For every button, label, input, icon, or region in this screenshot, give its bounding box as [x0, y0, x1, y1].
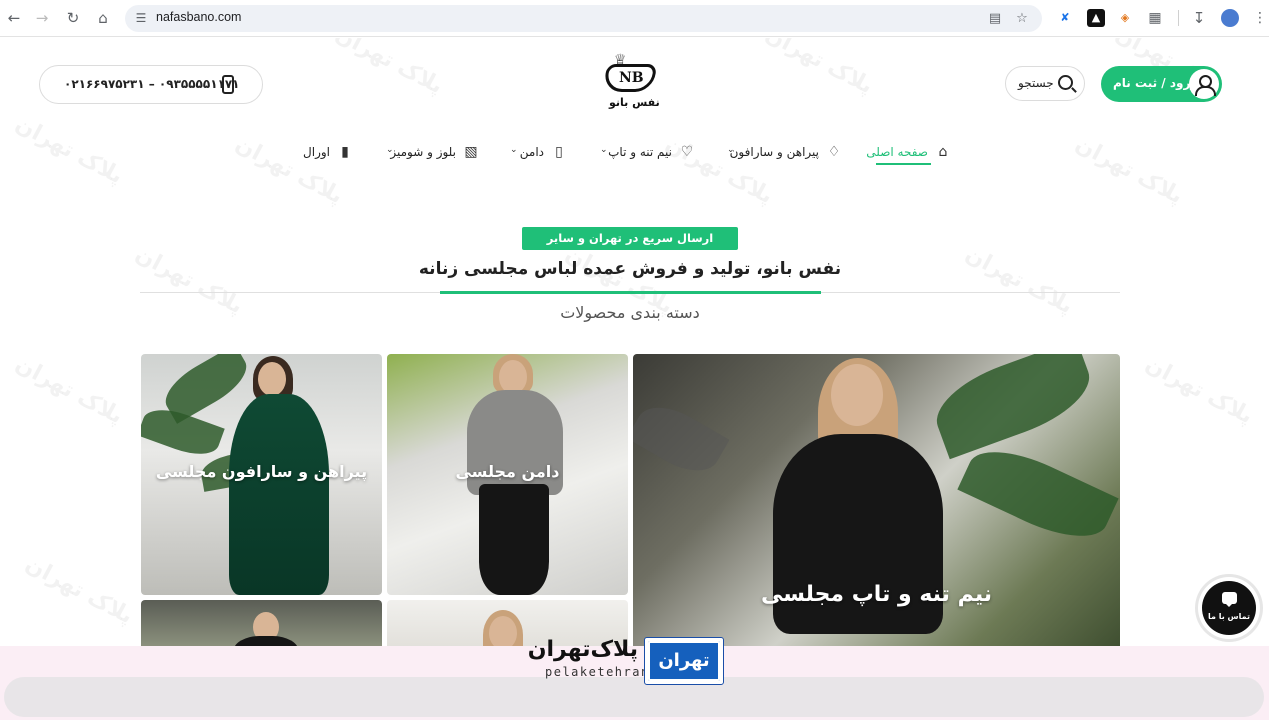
page-headline: نفس بانو، تولید و فروش عمده لباس مجلسی ز… — [418, 259, 842, 279]
model-face — [499, 360, 527, 394]
chevron-down-icon: ⌄ — [600, 145, 608, 155]
shirt-icon: ▧ — [464, 144, 478, 160]
logo-text: نفس بانو — [609, 96, 660, 109]
forward-icon[interactable]: → — [32, 8, 52, 28]
watermark: پلاک تهران — [21, 551, 137, 630]
plant-decoration — [957, 435, 1119, 553]
menu-label: دامن — [519, 145, 544, 159]
watermark: پلاک تهران — [1141, 351, 1257, 430]
search-icon — [1058, 75, 1073, 90]
web-page: پلاک تهران پلاک تهران پلاک تهران پلاک ته… — [0, 38, 1269, 646]
profile-avatar-icon[interactable] — [1221, 9, 1239, 27]
translate-icon[interactable]: ▤ — [986, 10, 1004, 28]
extension-x-icon[interactable]: ✘ — [1056, 9, 1074, 27]
watermark: پلاک تهران — [11, 351, 127, 430]
address-bar[interactable]: ☰ nafasbano.com ▤ ☆ — [125, 5, 1042, 32]
menu-item-tops[interactable]: ⌄ نیم تنه و تاپ ♡ — [600, 143, 696, 163]
user-icon — [1189, 69, 1219, 99]
reload-icon[interactable]: ↻ — [63, 8, 83, 28]
extensions-puzzle-icon[interactable]: ▦ — [1146, 9, 1164, 27]
contact-us-label: تماس با ما — [1208, 612, 1250, 621]
license-plate-logo: تهران — [644, 637, 724, 685]
category-label: نیم تنه و تاپ مجلسی — [760, 582, 993, 607]
watermark: پلاک تهران — [761, 38, 877, 100]
home-button-icon[interactable]: ⌂ — [93, 8, 113, 28]
download-icon[interactable]: ↧ — [1190, 9, 1208, 27]
url-text[interactable]: nafasbano.com — [156, 10, 241, 24]
window-frame — [633, 394, 730, 484]
model-face — [489, 616, 517, 646]
model-face — [258, 362, 286, 396]
menu-label: بلوز و شومیز — [390, 145, 456, 159]
watermark: پلاک تهران — [331, 38, 447, 100]
section-title: دسته بندی محصولات — [560, 303, 700, 322]
chat-bubble-icon — [1222, 592, 1237, 607]
phone-icon — [222, 75, 234, 94]
dress-icon: ♢ — [827, 144, 841, 160]
back-icon[interactable]: ← — [4, 8, 24, 28]
menu-item-overalls[interactable]: اورال ▮ — [303, 143, 354, 163]
model-figure — [233, 636, 299, 646]
home-icon: ⌂ — [938, 144, 948, 160]
menu-item-home[interactable]: صفحه اصلی ⌂ — [866, 143, 952, 165]
login-label: ورود / ثبت نام — [1113, 76, 1198, 90]
active-underline — [876, 163, 931, 165]
overall-icon: ▮ — [341, 144, 349, 160]
search-label: جستجو — [1018, 76, 1054, 90]
phone-number: ۰۲۱۶۶۹۷۵۲۳۱ – ۰۹۳۵۵۵۵۱۱۷۱ — [64, 77, 240, 91]
menu-item-dresses[interactable]: ⌄ پیراهن و سارافون ♢ — [727, 143, 843, 163]
watermark: پلاک تهران — [131, 241, 247, 320]
brand-name-en: pelaketehran — [545, 665, 650, 679]
watermark: پلاک تهران — [1071, 131, 1187, 210]
bookmark-star-icon[interactable]: ☆ — [1013, 10, 1031, 28]
category-label: دامن مجلسی — [455, 462, 560, 481]
extension-dark-icon[interactable]: ▲ — [1087, 9, 1105, 27]
metamask-fox-icon[interactable]: ◈ — [1116, 9, 1134, 27]
login-register-button[interactable]: ورود / ثبت نام — [1101, 66, 1222, 102]
menu-item-skirts[interactable]: ⌄ دامن ▯ — [510, 143, 568, 163]
logo-mark: NB — [619, 70, 644, 86]
menu-label: اورال — [303, 145, 330, 159]
model-dress — [229, 394, 329, 595]
category-label: پیراهن و سارافون مجلسی — [155, 462, 368, 481]
menu-label: صفحه اصلی — [866, 145, 928, 159]
contact-us-button[interactable]: تماس با ما — [1198, 577, 1260, 639]
site-info-icon[interactable]: ☰ — [133, 10, 149, 26]
watermark: پلاک تهران — [961, 241, 1077, 320]
category-card-dresses[interactable]: پیراهن و سارافون مجلسی — [141, 354, 382, 595]
watermark: پلاک تهران — [11, 111, 127, 190]
skirt-icon: ▯ — [555, 144, 563, 160]
site-logo[interactable]: ♕ NB نفس بانو — [593, 50, 665, 118]
top-icon: ♡ — [680, 144, 694, 160]
overlay-bar — [4, 677, 1264, 717]
plant-decoration — [925, 354, 1101, 460]
search-button[interactable]: جستجو — [1005, 66, 1085, 101]
category-card-more[interactable] — [141, 600, 382, 646]
divider-accent — [440, 291, 821, 294]
category-card-tops[interactable]: نیم تنه و تاپ مجلسی — [633, 354, 1120, 646]
toolbar-divider — [1178, 10, 1179, 26]
browser-toolbar: ← → ↻ ⌂ ☰ nafasbano.com ▤ ☆ ✘ ▲ ◈ ▦ ↧ ⋮ — [0, 0, 1269, 37]
model-skirt — [479, 484, 549, 595]
chevron-down-icon: ⌄ — [510, 145, 518, 155]
menu-item-blouses[interactable]: ⌄ بلوز و شومیز ▧ — [386, 143, 480, 163]
contact-us-circle: تماس با ما — [1202, 581, 1256, 635]
more-menu-icon[interactable]: ⋮ — [1251, 9, 1269, 27]
menu-label: نیم تنه و تاپ — [608, 145, 672, 159]
menu-label: پیراهن و سارافون — [729, 145, 819, 159]
shipping-badge: ارسال سریع در تهران و سایر شهرستان‌ها — [522, 227, 738, 268]
phone-contact[interactable]: ۰۲۱۶۶۹۷۵۲۳۱ – ۰۹۳۵۵۵۵۱۱۷۱ — [39, 65, 263, 104]
plate-text: تهران — [648, 641, 720, 681]
model-face — [831, 364, 883, 426]
brand-name-fa: پلاک‌تهران — [527, 637, 638, 662]
category-card-skirts[interactable]: دامن مجلسی — [387, 354, 628, 595]
